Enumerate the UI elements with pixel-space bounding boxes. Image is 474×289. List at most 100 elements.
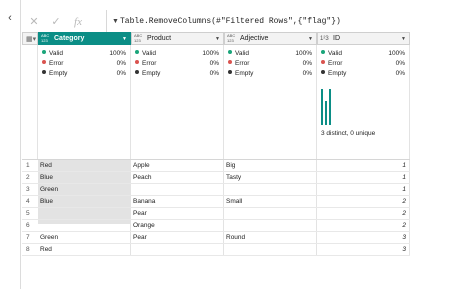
table-cell-adjective[interactable]: Small: [224, 196, 317, 207]
chevron-down-icon[interactable]: ▼: [112, 14, 119, 30]
error-dot-icon: [42, 60, 46, 65]
table-cell-product[interactable]: Apple: [131, 160, 224, 171]
error-percent: 0%: [302, 60, 312, 67]
table-cell-category[interactable]: [38, 208, 131, 219]
data-grid: ▦▾ ABC 123 Category ▼ ABC 123 Product ▼ …: [22, 32, 410, 256]
table-cell-adjective[interactable]: [224, 208, 317, 219]
column-header-category[interactable]: ABC 123 Category ▼: [38, 32, 131, 45]
row-number[interactable]: 4: [22, 196, 38, 207]
table-cell-adjective[interactable]: [224, 184, 317, 195]
valid-label: Valid: [142, 50, 156, 57]
table-cell-id[interactable]: 2: [317, 208, 410, 219]
row-number[interactable]: 2: [22, 172, 38, 183]
row-number[interactable]: 1: [22, 160, 38, 171]
empty-percent: 0%: [209, 70, 219, 77]
table-cell-id[interactable]: 2: [317, 220, 410, 231]
error-dot-icon: [228, 60, 232, 65]
valid-percent: 100%: [388, 50, 405, 57]
empty-label: Empty: [142, 70, 161, 77]
table-cell-product[interactable]: Pear: [131, 208, 224, 219]
empty-dot-icon: [228, 70, 232, 75]
table-cell-category[interactable]: [38, 220, 131, 231]
table-menu-button[interactable]: ▦▾: [22, 32, 38, 45]
valid-label: Valid: [235, 50, 249, 57]
filter-dropdown-icon[interactable]: ▼: [121, 36, 128, 42]
queries-pane-collapsed: ‹: [0, 0, 21, 289]
error-dot-icon: [135, 60, 139, 65]
row-number[interactable]: 7: [22, 232, 38, 243]
table-cell-category[interactable]: Blue: [38, 196, 131, 207]
empty-dot-icon: [135, 70, 139, 75]
type-any-icon[interactable]: ABC 123: [134, 33, 144, 43]
formula-input[interactable]: Table.RemoveColumns(#"Filtered Rows",{"f…: [120, 14, 341, 30]
valid-dot-icon: [321, 50, 325, 55]
empty-dot-icon: [42, 70, 46, 75]
table-cell-adjective[interactable]: Tasty: [224, 172, 317, 183]
table-cell-adjective[interactable]: [224, 220, 317, 231]
check-icon[interactable]: ✓: [50, 16, 62, 28]
table-cell-id[interactable]: 3: [317, 244, 410, 255]
table-cell-category[interactable]: Red: [38, 160, 131, 171]
fx-icon[interactable]: fx: [72, 16, 84, 28]
column-header-label: Product: [147, 35, 172, 42]
empty-percent: 0%: [116, 70, 126, 77]
empty-label: Empty: [328, 70, 347, 77]
empty-label: Empty: [49, 70, 68, 77]
table-cell-product[interactable]: Peach: [131, 172, 224, 183]
filter-dropdown-icon[interactable]: ▼: [400, 36, 407, 42]
table-cell-category[interactable]: Red: [38, 244, 131, 255]
type-number-icon[interactable]: 1²3: [320, 34, 330, 45]
column-quality-adjective: Valid 100% Error 0% Empty 0%: [224, 45, 317, 159]
column-quality-category: Valid 100% Error 0% Empty 0%: [38, 45, 131, 159]
table-cell-category[interactable]: Blue: [38, 172, 131, 183]
valid-percent: 100%: [202, 50, 219, 57]
type-any-icon[interactable]: ABC 123: [227, 33, 237, 43]
table-cell-category[interactable]: Green: [38, 184, 131, 195]
valid-percent: 100%: [109, 50, 126, 57]
row-number[interactable]: 3: [22, 184, 38, 195]
error-label: Error: [142, 60, 157, 67]
row-divider: [22, 255, 410, 256]
column-quality-product: Valid 100% Error 0% Empty 0%: [131, 45, 224, 159]
expand-queries-pane-icon[interactable]: ‹: [4, 12, 16, 24]
close-icon[interactable]: ✕: [28, 16, 40, 28]
column-header-label: Category: [54, 35, 85, 42]
column-header-id[interactable]: 1²3 ID ▼: [317, 32, 410, 45]
table-cell-id[interactable]: 1: [317, 184, 410, 195]
table-cell-product[interactable]: Orange: [131, 220, 224, 231]
table-cell-product[interactable]: Banana: [131, 196, 224, 207]
error-percent: 0%: [116, 60, 126, 67]
filter-dropdown-icon[interactable]: ▼: [307, 36, 314, 42]
table-cell-category[interactable]: Green: [38, 232, 131, 243]
empty-label: Empty: [235, 70, 254, 77]
filter-dropdown-icon[interactable]: ▼: [214, 36, 221, 42]
error-percent: 0%: [209, 60, 219, 67]
row-number[interactable]: 8: [22, 244, 38, 255]
row-number[interactable]: 5: [22, 208, 38, 219]
error-dot-icon: [321, 60, 325, 65]
error-label: Error: [49, 60, 64, 67]
table-cell-product[interactable]: [131, 184, 224, 195]
table-cell-adjective[interactable]: Big: [224, 160, 317, 171]
table-cell-id[interactable]: 3: [317, 232, 410, 243]
empty-percent: 0%: [395, 70, 405, 77]
table-icon: ▦▾: [26, 36, 37, 43]
table-cell-id[interactable]: 2: [317, 196, 410, 207]
table-cell-adjective[interactable]: Round: [224, 232, 317, 243]
table-cell-id[interactable]: 1: [317, 172, 410, 183]
valid-label: Valid: [328, 50, 342, 57]
column-header-adjective[interactable]: ABC 123 Adjective ▼: [224, 32, 317, 45]
empty-percent: 0%: [302, 70, 312, 77]
row-number[interactable]: 6: [22, 220, 38, 231]
error-label: Error: [235, 60, 250, 67]
table-cell-product[interactable]: Pear: [131, 232, 224, 243]
table-cell-id[interactable]: 1: [317, 160, 410, 171]
distribution-bar[interactable]: [325, 101, 327, 125]
distribution-bar[interactable]: [321, 89, 323, 125]
table-cell-adjective[interactable]: [224, 244, 317, 255]
type-any-icon[interactable]: ABC 123: [41, 33, 51, 43]
formula-separator: [106, 10, 107, 34]
table-cell-product[interactable]: [131, 244, 224, 255]
distribution-bar[interactable]: [329, 89, 331, 125]
column-header-product[interactable]: ABC 123 Product ▼: [131, 32, 224, 45]
